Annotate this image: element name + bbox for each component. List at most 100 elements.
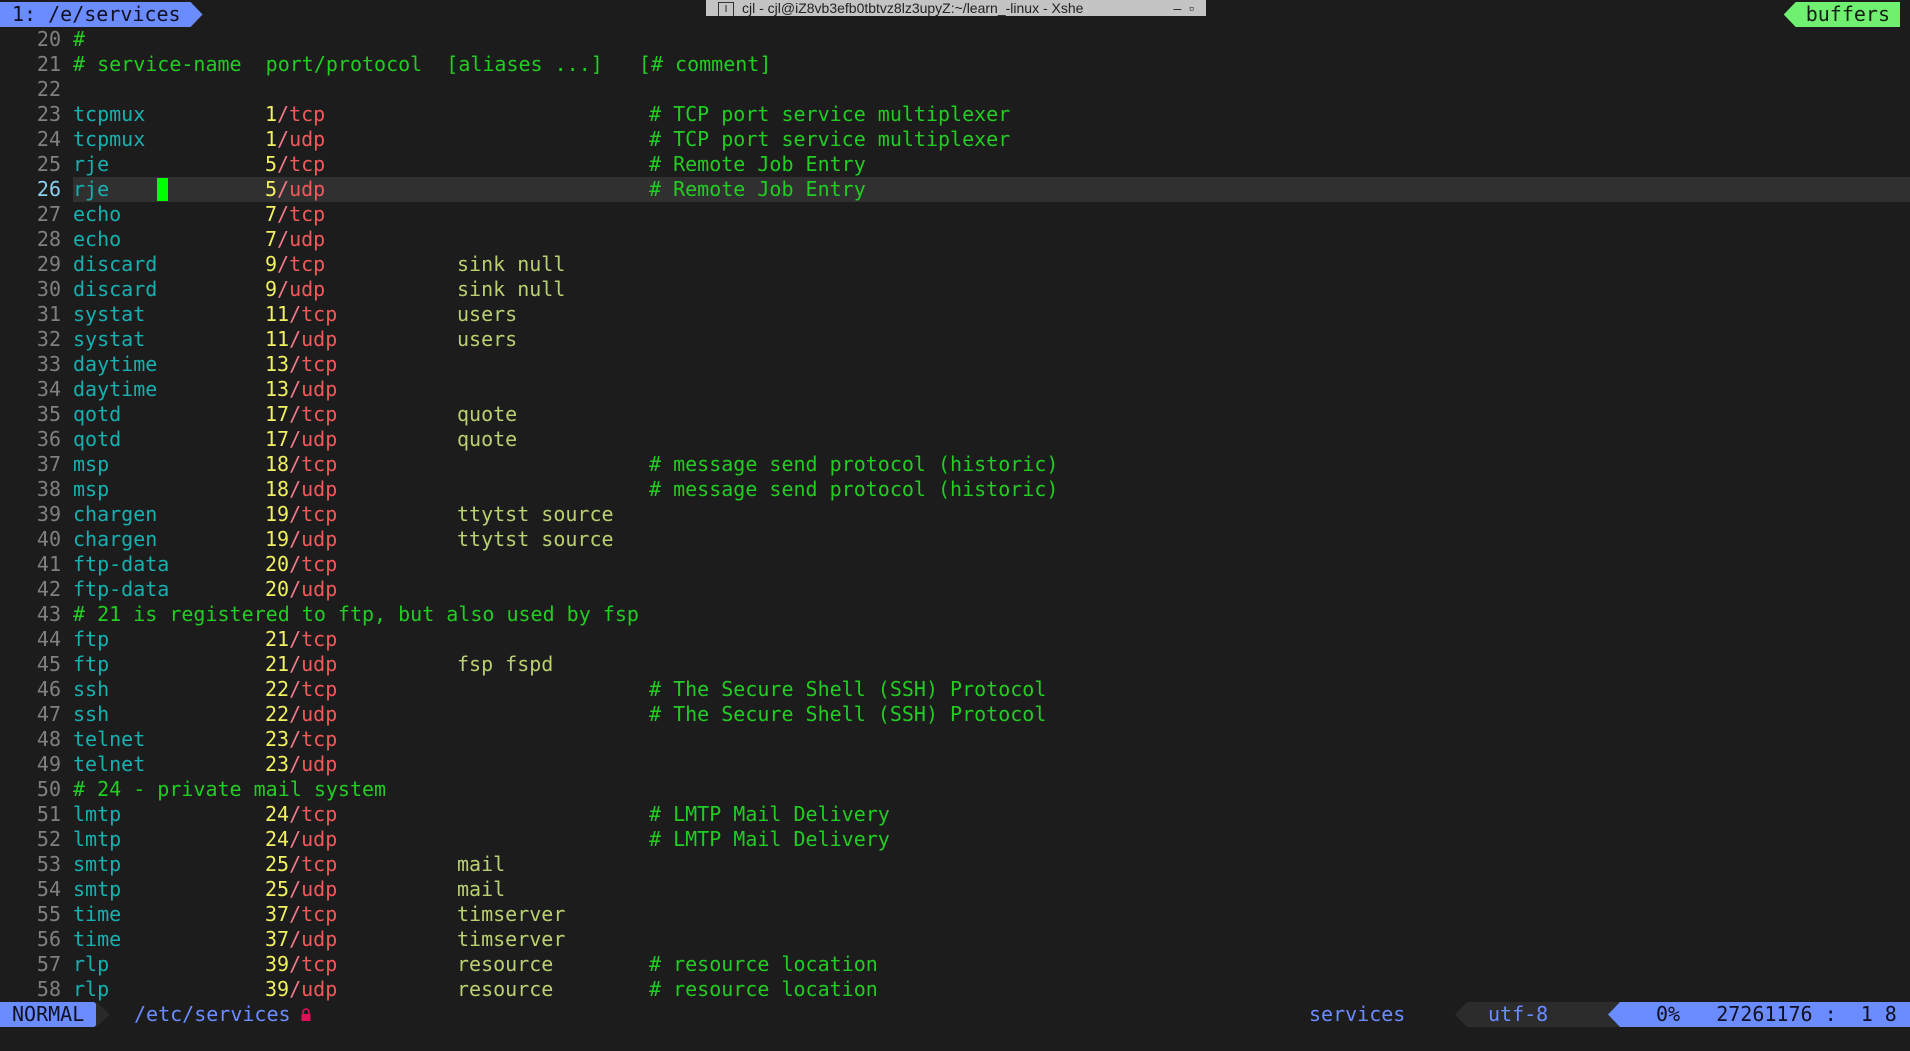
line[interactable]: 42 ftp-data 20/udp	[0, 577, 1910, 602]
comment: # resource location	[649, 977, 878, 1001]
line[interactable]: 21 # service-name port/protocol [aliases …	[0, 52, 1910, 77]
line[interactable]: 39 chargen 19/tcp ttytst source	[0, 502, 1910, 527]
service-name: rje	[73, 177, 110, 201]
comment: # resource location	[649, 952, 878, 976]
line[interactable]: 48 telnet 23/tcp	[0, 727, 1910, 752]
line[interactable]: 33 daytime 13/tcp	[0, 352, 1910, 377]
line[interactable]: 57 rlp 39/tcp resource # resource location	[0, 952, 1910, 977]
port-protocol: 11/tcp	[265, 302, 338, 326]
port-protocol: 22/tcp	[265, 677, 338, 701]
line-number: 39	[36, 502, 61, 526]
port-protocol: 7/udp	[265, 227, 326, 251]
line-text: lmtp 24/tcp # LMTP Mail Delivery	[73, 802, 1910, 827]
line-number: 56	[36, 927, 61, 951]
service-name: smtp	[73, 877, 122, 901]
line-number: 42	[36, 577, 61, 601]
line[interactable]: 40 chargen 19/udp ttytst source	[0, 527, 1910, 552]
port-protocol: 9/tcp	[265, 252, 326, 276]
port-protocol: 5/udp	[265, 177, 326, 201]
line[interactable]: 49 telnet 23/udp	[0, 752, 1910, 777]
line[interactable]: 37 msp 18/tcp # message send protocol (hist…	[0, 452, 1910, 477]
line[interactable]: 30 discard 9/udp sink null	[0, 277, 1910, 302]
line[interactable]: 23 tcpmux 1/tcp # TCP port service multiple…	[0, 102, 1910, 127]
line[interactable]: 53 smtp 25/tcp mail	[0, 852, 1910, 877]
protocol: tcp	[301, 302, 338, 326]
port-protocol: 11/udp	[265, 327, 338, 351]
line[interactable]: 27 echo 7/tcp	[0, 202, 1910, 227]
service-name: telnet	[73, 752, 146, 776]
line[interactable]: 45 ftp 21/udp fsp fspd	[0, 652, 1910, 677]
line[interactable]: 29 discard 9/tcp sink null	[0, 252, 1910, 277]
line[interactable]: 52 lmtp 24/udp # LMTP Mail Delivery	[0, 827, 1910, 852]
line-number: 26	[36, 177, 61, 201]
line-text: rlp 39/tcp resource # resource location	[73, 952, 1910, 977]
protocol: udp	[301, 877, 338, 901]
port: 18	[265, 452, 290, 476]
line[interactable]: 26 rje 5/udp # Remote Job Entry	[0, 177, 1910, 202]
line[interactable]: 51 lmtp 24/tcp # LMTP Mail Delivery	[0, 802, 1910, 827]
port: 23	[265, 727, 290, 751]
line[interactable]: 36 qotd 17/udp quote	[0, 427, 1910, 452]
percent: 0%	[1656, 1002, 1681, 1026]
comment: # LMTP Mail Delivery	[649, 802, 890, 826]
service-name: rlp	[73, 977, 110, 1001]
line-number: 25	[36, 152, 61, 176]
line-number: 44	[36, 627, 61, 651]
line-text	[73, 77, 1910, 102]
line-text: time 37/tcp timserver	[73, 902, 1910, 927]
line[interactable]: 35 qotd 17/tcp quote	[0, 402, 1910, 427]
line[interactable]: 22	[0, 77, 1910, 102]
line[interactable]: 50 # 24 - private mail system	[0, 777, 1910, 802]
service-name: discard	[73, 252, 158, 276]
line[interactable]: 24 tcpmux 1/udp # TCP port service multiple…	[0, 127, 1910, 152]
line[interactable]: 44 ftp 21/tcp	[0, 627, 1910, 652]
line-text: time 37/udp timserver	[73, 927, 1910, 952]
port: 19	[265, 527, 290, 551]
line[interactable]: 54 smtp 25/udp mail	[0, 877, 1910, 902]
port-protocol: 37/tcp	[265, 902, 338, 926]
xshell-title-bar[interactable]: Icjl - cjl@iZ8vb3efb0tbtvz8lz3upyZ:~/lea…	[706, 0, 1206, 16]
line[interactable]: 56 time 37/udp timserver	[0, 927, 1910, 952]
protocol: tcp	[289, 152, 326, 176]
aliases: ttytst source	[457, 502, 614, 526]
line[interactable]: 58 rlp 39/udp resource # resource location	[0, 977, 1910, 1002]
port: 20	[265, 552, 290, 576]
line[interactable]: 38 msp 18/udp # message send protocol (hist…	[0, 477, 1910, 502]
line-text: echo 7/udp	[73, 227, 1910, 252]
buffer-tab[interactable]: 1: /e/services	[0, 2, 203, 27]
service-name: echo	[73, 227, 122, 251]
line[interactable]: 41 ftp-data 20/tcp	[0, 552, 1910, 577]
editor-buffer[interactable]: 20 #21 # service-name port/protocol [alias…	[0, 27, 1910, 1002]
line[interactable]: 47 ssh 22/udp # The Secure Shell (SSH) Prot…	[0, 702, 1910, 727]
protocol: udp	[301, 652, 338, 676]
line-number: 38	[36, 477, 61, 501]
pin-icon[interactable]: I	[718, 1, 734, 16]
line-text: chargen 19/udp ttytst source	[73, 527, 1910, 552]
tabline: 1: /e/services Icjl - cjl@iZ8vb3efb0tbtv…	[0, 0, 1910, 27]
port-protocol: 24/tcp	[265, 802, 338, 826]
aliases: mail	[457, 877, 506, 901]
line[interactable]: 31 systat 11/tcp users	[0, 302, 1910, 327]
line[interactable]: 25 rje 5/tcp # Remote Job Entry	[0, 152, 1910, 177]
protocol: udp	[301, 827, 338, 851]
window-controls[interactable]: – ▫	[1173, 0, 1194, 16]
line[interactable]: 32 systat 11/udp users	[0, 327, 1910, 352]
service-name: qotd	[73, 427, 122, 451]
aliases: fsp fspd	[457, 652, 554, 676]
line[interactable]: 28 echo 7/udp	[0, 227, 1910, 252]
port: 23	[265, 752, 290, 776]
line[interactable]: 43 # 21 is registered to ftp, but also us…	[0, 602, 1910, 627]
port: 39	[265, 977, 290, 1001]
line[interactable]: 20 #	[0, 27, 1910, 52]
line[interactable]: 34 daytime 13/udp	[0, 377, 1910, 402]
line[interactable]: 55 time 37/tcp timserver	[0, 902, 1910, 927]
line[interactable]: 46 ssh 22/tcp # The Secure Shell (SSH) Prot…	[0, 677, 1910, 702]
line-text: ftp-data 20/udp	[73, 577, 1910, 602]
line-number: 50	[36, 777, 61, 801]
line-text: telnet 23/udp	[73, 752, 1910, 777]
line-text: tcpmux 1/udp # TCP port service multiplexe…	[73, 127, 1910, 152]
protocol: udp	[289, 177, 326, 201]
buffer-tab-label: 1: /e/services	[12, 2, 181, 26]
protocol: tcp	[301, 402, 338, 426]
aliases: quote	[457, 427, 518, 451]
